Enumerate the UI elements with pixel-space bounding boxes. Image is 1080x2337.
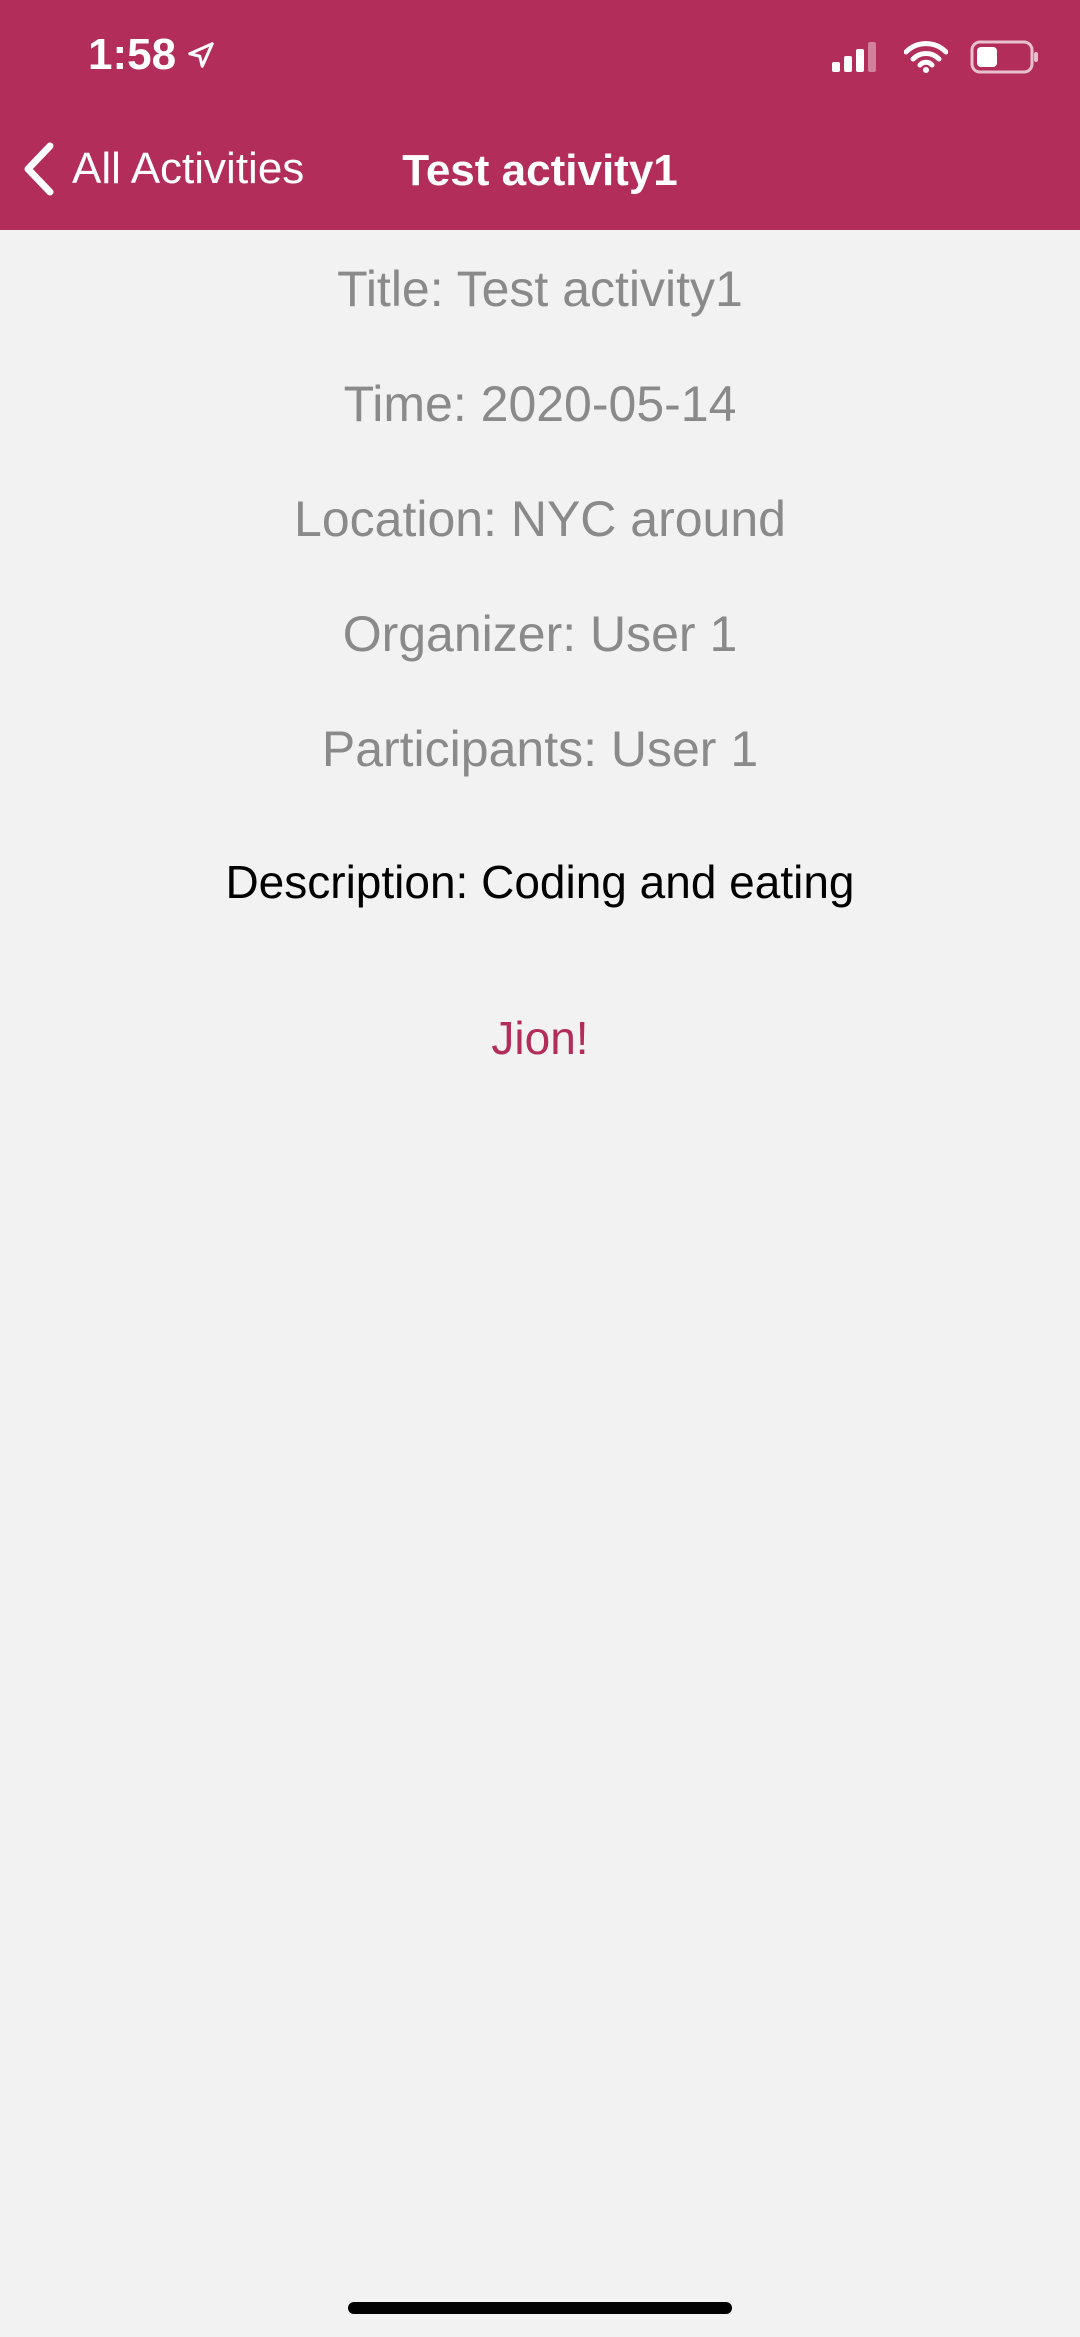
status-time-text: 1:58 <box>88 30 177 79</box>
status-icons <box>832 40 1040 74</box>
detail-time: Time: 2020-05-14 <box>343 376 737 432</box>
join-button[interactable]: Jion! <box>0 1011 1080 1065</box>
detail-description: Description: Coding and eating <box>225 856 855 908</box>
status-bar-time: 1:58 <box>88 30 216 80</box>
home-indicator[interactable] <box>348 2302 732 2314</box>
detail-participants: Participants: User 1 <box>321 721 759 777</box>
location-arrow-icon <box>188 42 214 68</box>
detail-organizer: Organizer: User 1 <box>342 606 738 662</box>
detail-location: Location: NYC around <box>294 491 786 547</box>
cellular-signal-icon <box>832 42 876 72</box>
wifi-icon <box>904 41 948 73</box>
page-title: Test activity1 <box>402 146 678 195</box>
detail-title: Title: Test activity1 <box>337 261 743 317</box>
navigation-header: 1:58 All Activities Test activity1 <box>0 0 1080 230</box>
battery-icon <box>970 40 1038 74</box>
